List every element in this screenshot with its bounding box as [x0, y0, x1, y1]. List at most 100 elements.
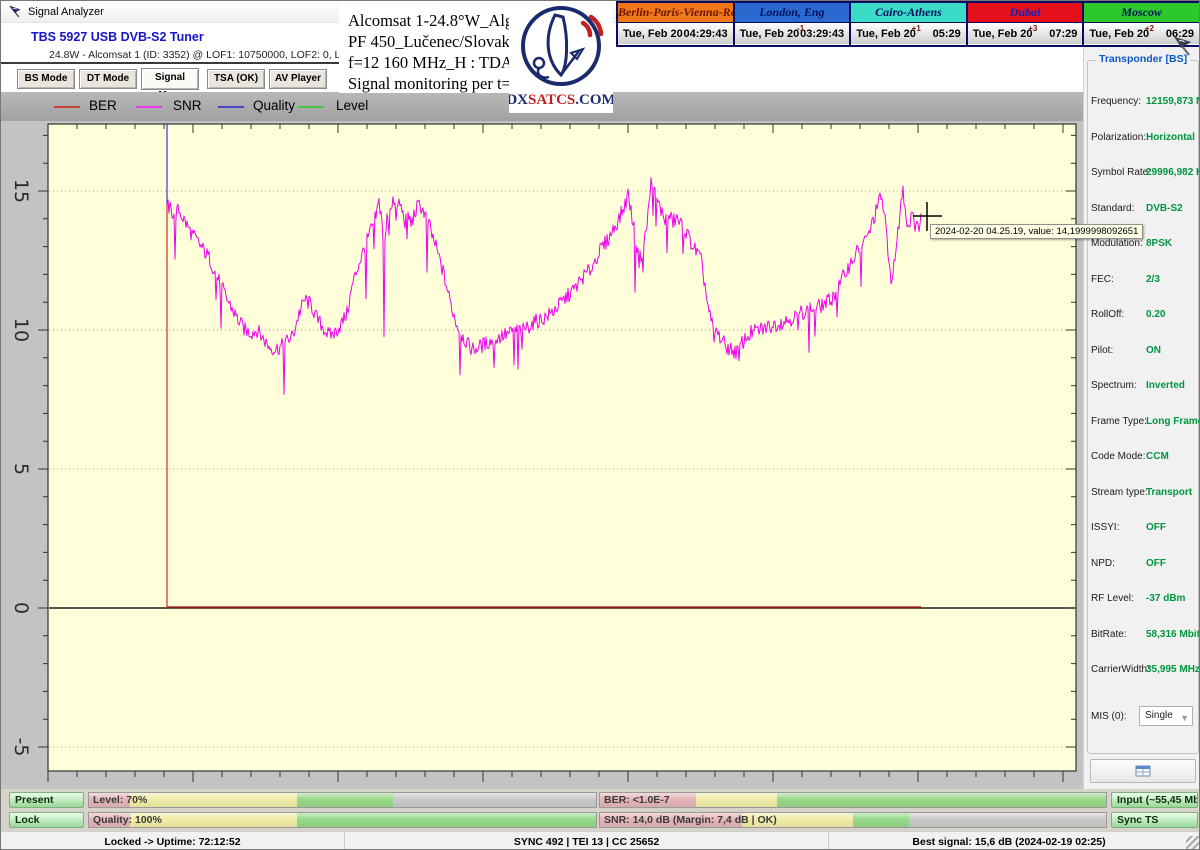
- clock-utc-offset: -1: [797, 24, 804, 33]
- y-tick-label: 5: [10, 463, 32, 475]
- transponder-row-label: BitRate:: [1091, 629, 1127, 640]
- transponder-row-value: OFF: [1146, 522, 1166, 533]
- present-badge: Present: [9, 792, 84, 808]
- clock: Dubai Tue, Feb 20 +3 07:29: [968, 3, 1085, 45]
- indicator-bar-area: Present Lock Level: 70% Quality: 100% BE…: [1, 789, 1200, 831]
- clock-city: Berlin-Paris-Vienna-Roma: [618, 3, 733, 23]
- transponder-row-label: Polarization:: [1091, 132, 1146, 143]
- clock-date: Tue, Feb 20: [973, 28, 1033, 40]
- clock-utc-offset: +2: [1145, 24, 1154, 33]
- snr-label: SNR: 14,0 dB (Margin: 7,4 dB | OK): [604, 814, 777, 826]
- clock-time-row: Tue, Feb 20 +1 05:29: [851, 23, 966, 44]
- y-tick-label: 15: [10, 179, 32, 203]
- tab-bs-mode[interactable]: BS Mode: [17, 69, 75, 89]
- mis-selected-value: Single: [1145, 710, 1173, 721]
- tab-av-player[interactable]: AV Player: [269, 69, 327, 89]
- legend-label-ber: BER: [89, 98, 117, 113]
- transponder-row-label: Spectrum:: [1091, 380, 1137, 391]
- mis-label: MIS (0):: [1091, 711, 1127, 722]
- legend-line-ber: [54, 106, 80, 108]
- clock-time: 05:29: [933, 28, 961, 40]
- clock: London, Eng Tue, Feb 20 -1 03:29:43: [735, 3, 852, 45]
- transponder-panel: Transponder [BS] Frequency: 12159,873 MH…: [1083, 47, 1200, 850]
- tab-tsa[interactable]: TSA (OK): [207, 69, 265, 89]
- transponder-row-value: 35,995 MHz: [1146, 664, 1200, 675]
- transponder-row-label: Code Mode:: [1091, 451, 1145, 462]
- transponder-row-value: 58,316 Mbit/s: [1146, 629, 1200, 640]
- window-title: Signal Analyzer: [28, 6, 104, 18]
- clock-city: Cairo-Athens: [851, 3, 966, 23]
- transponder-row-label: Frame Type:: [1091, 416, 1147, 427]
- resize-grip[interactable]: [1186, 836, 1200, 850]
- transponder-row-value: 8PSK: [1146, 238, 1172, 249]
- transponder-row-value: Long Frame: [1146, 416, 1200, 427]
- transponder-row-value: 2/3: [1146, 274, 1160, 285]
- clock-time: 07:29: [1049, 28, 1077, 40]
- mis-dropdown[interactable]: Single ▼: [1139, 706, 1193, 726]
- transponder-row-label: Modulation:: [1091, 238, 1143, 249]
- plot-background[interactable]: [48, 124, 1076, 771]
- transponder-row-label: RF Level:: [1091, 593, 1134, 604]
- y-tick-label: -5: [10, 738, 32, 757]
- transponder-row-value: OFF: [1146, 558, 1166, 569]
- quality-label: Quality: 100%: [93, 814, 162, 826]
- transponder-row-label: Symbol Rate:: [1091, 167, 1151, 178]
- tab-signal-mon[interactable]: Signal Mon.: [141, 68, 199, 90]
- level-label: Level: 70%: [93, 794, 147, 806]
- tab-dt-mode[interactable]: DT Mode: [79, 69, 137, 89]
- tuner-details: 24.8W - Alcomsat 1 (ID: 3352) @ LOF1: 10…: [49, 49, 383, 61]
- clock: Berlin-Paris-Vienna-Roma Tue, Feb 20 04:…: [618, 3, 735, 45]
- lock-badge: Lock: [9, 812, 84, 828]
- legend-line-snr: [136, 106, 162, 108]
- quality-progressbar: Quality: 100%: [88, 812, 597, 828]
- transponder-row-label: Pilot:: [1091, 345, 1113, 356]
- dxsatcs-logo: DXSATCS.COM: [509, 1, 613, 113]
- legend-line-quality: [218, 106, 244, 108]
- clock-city: Moscow: [1084, 3, 1199, 23]
- satellite-dish-logo-icon: DXSATCS.COM: [509, 1, 613, 113]
- world-clock-panel: Berlin-Paris-Vienna-Roma Tue, Feb 20 04:…: [616, 1, 1200, 47]
- logo-text-dx: DX: [509, 92, 528, 108]
- status-sync-counts: SYNC 492 | TEI 13 | CC 25652: [344, 832, 828, 850]
- transponder-row-label: FEC:: [1091, 274, 1114, 285]
- transponder-row-label: Frequency:: [1091, 96, 1141, 107]
- transponder-row-value: 0.20: [1146, 309, 1165, 320]
- transponder-row-label: ISSYI:: [1091, 522, 1119, 533]
- status-bar: Locked -> Uptime: 72:12:52 SYNC 492 | TE…: [1, 831, 1200, 850]
- transponder-row-label: RollOff:: [1091, 309, 1124, 320]
- clock-date: Tue, Feb 20: [623, 28, 683, 40]
- transponder-row-label: Stream type:: [1091, 487, 1148, 498]
- logo-text-satcs: SATCS: [528, 92, 575, 108]
- ber-label: BER: <1.0E-7: [604, 794, 670, 806]
- y-tick-label: 0: [10, 602, 32, 614]
- signal-chart-area[interactable]: 15 10 5 0 -5: [1, 121, 1083, 789]
- legend-label-snr: SNR: [173, 98, 202, 113]
- chart-tooltip: 2024-02-20 04.25.19, value: 14,199999809…: [930, 224, 1143, 239]
- svg-text:DXSATCS.COM: DXSATCS.COM: [509, 92, 613, 108]
- clock-time: 03:29:43: [800, 28, 844, 40]
- snr-chart[interactable]: 15 10 5 0 -5: [1, 121, 1083, 789]
- clock-date: Tue, Feb 20: [1089, 28, 1149, 40]
- transponder-row-value: ON: [1146, 345, 1161, 356]
- y-tick-label: 10: [10, 318, 32, 342]
- mini-flag-icon: [1171, 35, 1193, 57]
- clock: Cairo-Athens Tue, Feb 20 +1 05:29: [851, 3, 968, 45]
- tuner-name: TBS 5927 USB DVB-S2 Tuner: [31, 30, 204, 44]
- clock-time: 04:29:43: [684, 28, 728, 40]
- clock-utc-offset: +3: [1028, 24, 1037, 33]
- transponder-row-label: CarrierWidth:: [1091, 664, 1150, 675]
- legend-line-level: [298, 106, 324, 108]
- transponder-row-value: 29996,982 KS/s: [1146, 167, 1200, 178]
- transponder-row-value: DVB-S2: [1146, 203, 1183, 214]
- logo-text-com: .COM: [575, 92, 613, 108]
- header-divider: [1, 62, 340, 64]
- table-icon: [1135, 765, 1151, 777]
- level-progressbar: Level: 70%: [88, 792, 597, 808]
- transponder-row-value: 12159,873 MHz: [1146, 96, 1200, 107]
- transponder-row-value: Horizontal: [1146, 132, 1195, 143]
- transport-stream-button[interactable]: [1090, 759, 1196, 783]
- clock-date: Tue, Feb 20: [856, 28, 916, 40]
- transponder-groupbox: Transponder [BS]: [1087, 60, 1199, 754]
- status-uptime: Locked -> Uptime: 72:12:52: [1, 832, 344, 850]
- transponder-row-value: -37 dBm: [1146, 593, 1185, 604]
